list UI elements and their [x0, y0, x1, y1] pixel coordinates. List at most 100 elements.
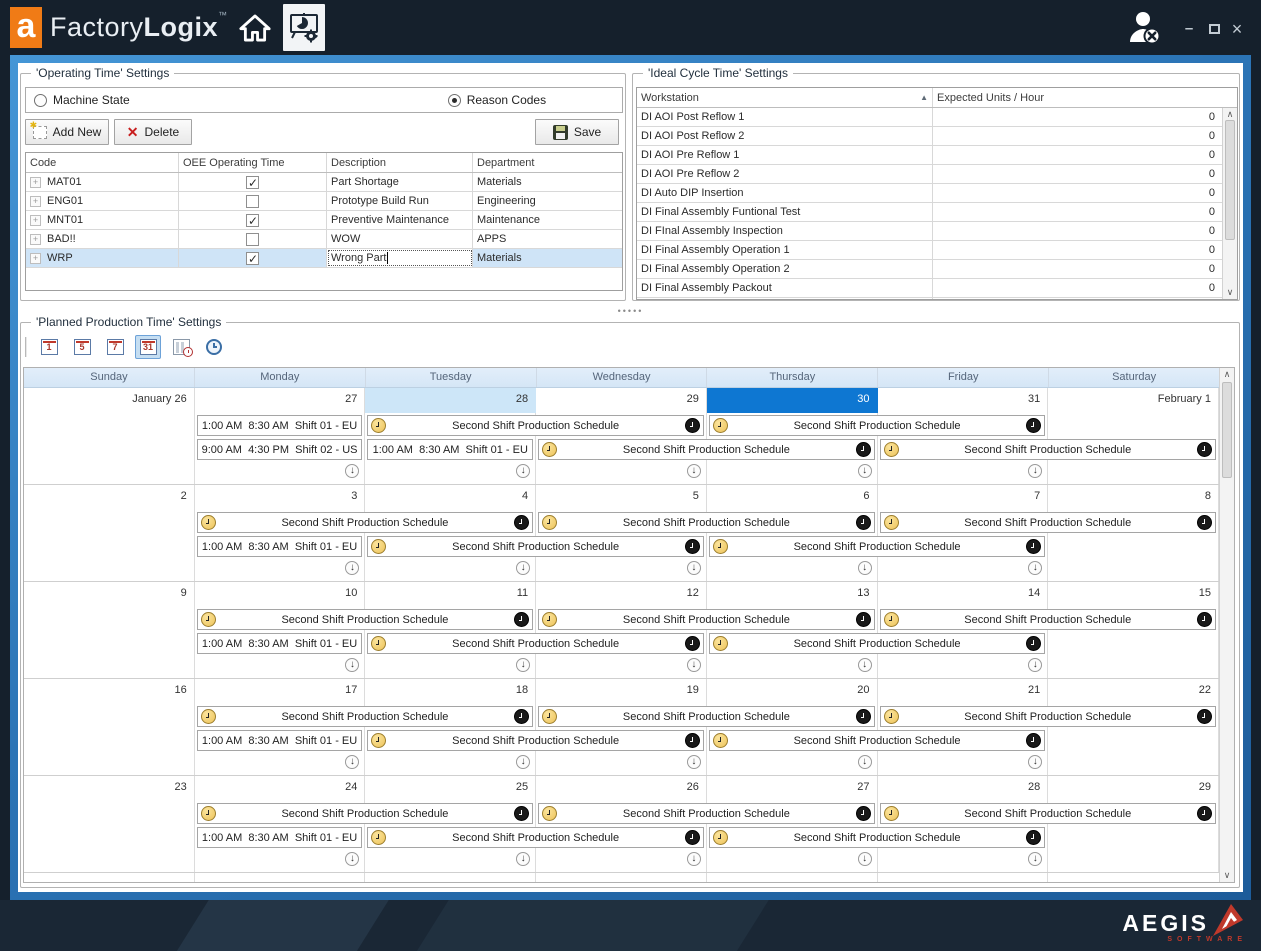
calendar-event[interactable]: Second Shift Production Schedule: [709, 827, 1045, 848]
department-cell[interactable]: APPS: [473, 230, 622, 248]
table-row[interactable]: DI AOI Post Reflow 20: [637, 127, 1237, 146]
department-cell[interactable]: Materials: [473, 249, 622, 267]
table-row[interactable]: DI FInal Assembly Inspection0: [637, 222, 1237, 241]
time-scale-icon[interactable]: [201, 335, 227, 359]
expected-units-cell[interactable]: 0: [933, 222, 1237, 240]
description-cell[interactable]: WOW: [327, 230, 473, 248]
expected-units-cell[interactable]: 0: [933, 108, 1237, 126]
week-view-icon[interactable]: 7: [102, 335, 128, 359]
expected-units-cell[interactable]: 0: [933, 279, 1237, 297]
date-label[interactable]: 24: [195, 776, 366, 801]
code-cell[interactable]: +WRP: [26, 249, 179, 267]
calendar-event[interactable]: Second Shift Production Schedule: [709, 730, 1045, 751]
date-label[interactable]: January 26: [24, 388, 195, 413]
calendar-event[interactable]: Second Shift Production Schedule: [880, 512, 1216, 533]
table-row[interactable]: DI Hand Assembly Through Hole0: [637, 298, 1237, 300]
date-label[interactable]: 2: [24, 485, 195, 510]
add-new-button[interactable]: Add New: [25, 119, 109, 145]
calendar-event[interactable]: Second Shift Production Schedule: [197, 512, 533, 533]
date-label[interactable]: 16: [24, 679, 195, 704]
table-row[interactable]: DI AOI Pre Reflow 20: [637, 165, 1237, 184]
date-label[interactable]: 14: [878, 582, 1049, 607]
date-label[interactable]: 28: [878, 776, 1049, 801]
oee-checkbox[interactable]: [246, 252, 259, 265]
oee-checkbox[interactable]: [246, 214, 259, 227]
date-label[interactable]: 20: [707, 679, 878, 704]
calendar-event[interactable]: Second Shift Production Schedule: [538, 512, 874, 533]
date-label[interactable]: 4: [365, 485, 536, 510]
more-events-arrow-icon[interactable]: ↓: [858, 755, 872, 769]
department-cell[interactable]: Materials: [473, 173, 622, 191]
expand-plus-icon[interactable]: +: [30, 253, 41, 264]
description-cell[interactable]: Part Shortage: [327, 173, 473, 191]
table-row[interactable]: DI AOI Post Reflow 10: [637, 108, 1237, 127]
more-events-arrow-icon[interactable]: ↓: [687, 852, 701, 866]
workstation-cell[interactable]: DI Final Assembly Packout: [637, 279, 933, 297]
date-label[interactable]: 8: [1048, 485, 1219, 510]
oee-checkbox[interactable]: [246, 233, 259, 246]
date-label[interactable]: 27: [195, 388, 366, 413]
workstation-cell[interactable]: DI AOI Post Reflow 1: [637, 108, 933, 126]
table-row[interactable]: DI Final Assembly Packout0: [637, 279, 1237, 298]
calendar-event[interactable]: Second Shift Production Schedule: [709, 536, 1045, 557]
calendar-event[interactable]: Second Shift Production Schedule: [709, 633, 1045, 654]
save-button[interactable]: Save: [535, 119, 619, 145]
date-label[interactable]: 9: [24, 582, 195, 607]
calendar-event[interactable]: Second Shift Production Schedule: [880, 609, 1216, 630]
oee-cell[interactable]: [179, 192, 327, 210]
table-row[interactable]: DI Final Assembly Operation 10: [637, 241, 1237, 260]
expected-units-cell[interactable]: 0: [933, 241, 1237, 259]
date-label[interactable]: 11: [365, 582, 536, 607]
maximize-button[interactable]: [1203, 18, 1225, 40]
calendar-event[interactable]: Second Shift Production Schedule: [538, 609, 874, 630]
expected-units-cell[interactable]: 0: [933, 165, 1237, 183]
workstation-cell[interactable]: DI Final Assembly Funtional Test: [637, 203, 933, 221]
date-label[interactable]: 21: [878, 679, 1049, 704]
expected-units-cell[interactable]: 0: [933, 146, 1237, 164]
date-label[interactable]: 7: [878, 485, 1049, 510]
date-label[interactable]: 10: [195, 582, 366, 607]
calendar-event[interactable]: Second Shift Production Schedule: [709, 415, 1045, 436]
description-cell[interactable]: Prototype Build Run: [327, 192, 473, 210]
expected-units-cell[interactable]: 0: [933, 260, 1237, 278]
table-row[interactable]: +WRPWrong PartMaterials: [26, 249, 622, 268]
workstation-cell[interactable]: DI Hand Assembly Through Hole: [637, 298, 933, 300]
day-view-icon[interactable]: 1: [36, 335, 62, 359]
date-label[interactable]: 18: [365, 679, 536, 704]
table-row[interactable]: DI AOI Pre Reflow 10: [637, 146, 1237, 165]
workstation-cell[interactable]: DI Final Assembly Operation 2: [637, 260, 933, 278]
expected-units-cell[interactable]: 0: [933, 203, 1237, 221]
expected-units-cell[interactable]: 0: [933, 298, 1237, 300]
calendar-event[interactable]: Second Shift Production Schedule: [367, 536, 703, 557]
more-events-arrow-icon[interactable]: ↓: [687, 658, 701, 672]
machine-state-radio[interactable]: Machine State: [34, 93, 130, 107]
date-label[interactable]: 6: [707, 485, 878, 510]
calendar-event[interactable]: Second Shift Production Schedule: [538, 706, 874, 727]
scroll-down-icon[interactable]: ∨: [1223, 287, 1237, 298]
delete-button[interactable]: ✕ Delete: [114, 119, 192, 145]
expected-units-cell[interactable]: 0: [933, 127, 1237, 145]
calendar-event[interactable]: Second Shift Production Schedule: [538, 439, 874, 460]
calendar-event[interactable]: 1:00 AM 8:30 AM Shift 01 - EU: [197, 827, 363, 848]
calendar-event[interactable]: 1:00 AM 8:30 AM Shift 01 - EU: [367, 439, 533, 460]
date-label[interactable]: February 1: [1048, 388, 1219, 413]
workstation-cell[interactable]: DI AOI Post Reflow 2: [637, 127, 933, 145]
scroll-thumb[interactable]: [1225, 120, 1235, 240]
calendar-event[interactable]: 1:00 AM 8:30 AM Shift 01 - EU: [197, 415, 363, 436]
oee-cell[interactable]: [179, 211, 327, 229]
calendar-event[interactable]: Second Shift Production Schedule: [197, 803, 533, 824]
description-cell[interactable]: Preventive Maintenance: [327, 211, 473, 229]
table-row[interactable]: DI Final Assembly Funtional Test0: [637, 203, 1237, 222]
more-events-arrow-icon[interactable]: ↓: [687, 464, 701, 478]
more-events-arrow-icon[interactable]: ↓: [687, 561, 701, 575]
oee-checkbox[interactable]: [246, 176, 259, 189]
date-label[interactable]: 22: [1048, 679, 1219, 704]
date-label[interactable]: 27: [707, 776, 878, 801]
code-cell[interactable]: +MAT01: [26, 173, 179, 191]
close-button[interactable]: ×: [1226, 18, 1248, 40]
home-icon[interactable]: [236, 10, 274, 46]
month-view-icon[interactable]: 31: [135, 335, 161, 359]
timeline-view-icon[interactable]: [168, 335, 194, 359]
calendar-event[interactable]: Second Shift Production Schedule: [880, 803, 1216, 824]
more-events-arrow-icon[interactable]: ↓: [858, 561, 872, 575]
